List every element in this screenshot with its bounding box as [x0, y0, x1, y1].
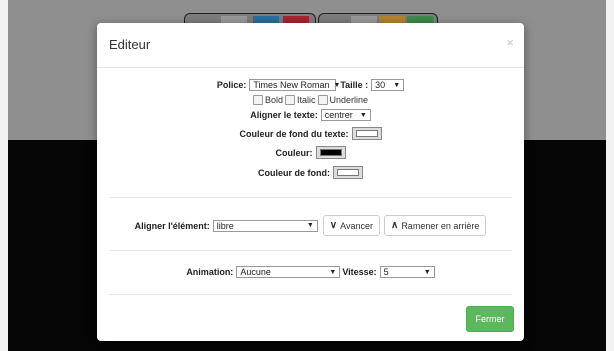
- bold-label: Bold: [264, 95, 283, 105]
- dropdown-arrow-icon: ▼: [393, 81, 401, 89]
- italic-checkbox[interactable]: Italic: [284, 95, 316, 105]
- section-divider: [109, 250, 512, 251]
- dropdown-arrow-icon: ▼: [423, 268, 431, 276]
- align-element-label: Aligner l'élément:: [134, 220, 210, 231]
- backdrop-edge-left: [0, 0, 8, 351]
- dropdown-arrow-icon: ▼: [359, 111, 367, 119]
- bg-color-label: Couleur de fond:: [258, 167, 330, 178]
- backdrop-edge-right: [606, 0, 614, 351]
- style-row: Bold Italic Underline: [97, 95, 524, 105]
- animation-value: Aucune: [240, 267, 271, 277]
- align-text-value: centrer: [324, 110, 353, 120]
- send-back-button[interactable]: ∧ Ramener en arrière: [383, 215, 487, 236]
- align-text-row: Aligner le texte: centrer ▼: [97, 109, 524, 121]
- section-divider: [109, 197, 512, 198]
- speed-label: Vitesse:: [342, 267, 377, 277]
- align-text-label: Aligner le texte:: [250, 110, 318, 120]
- animation-select[interactable]: Aucune ▼: [236, 266, 341, 278]
- text-bg-color-label: Couleur de fond du texte:: [239, 128, 349, 139]
- forward-label: Avancer: [340, 220, 373, 231]
- text-bg-color-picker[interactable]: [351, 127, 382, 140]
- chevron-down-icon: ∨: [329, 220, 338, 231]
- bold-checkbox[interactable]: Bold: [252, 95, 283, 105]
- checkbox-box: [284, 95, 295, 105]
- color-swatch: [337, 169, 359, 176]
- bg-color-row: Couleur de fond:: [97, 166, 524, 179]
- modal-header: Editeur ×: [97, 23, 524, 68]
- align-element-row: Aligner l'élément: libre ▼ ∨ Avancer ∧ R…: [97, 215, 524, 236]
- close-button[interactable]: Fermer: [466, 306, 514, 332]
- font-size-value: 30: [375, 80, 386, 90]
- color-swatch: [319, 149, 342, 156]
- italic-label: Italic: [296, 95, 316, 105]
- checkbox-box: [252, 95, 263, 105]
- editor-modal: Editeur × Police: Times New Roman ▼ Tail…: [97, 23, 524, 341]
- speed-value: 5: [383, 267, 389, 277]
- animation-row: Animation: Aucune ▼ Vitesse: 5 ▼: [97, 266, 524, 278]
- close-icon[interactable]: ×: [506, 35, 514, 50]
- font-size-select[interactable]: 30 ▼: [371, 79, 405, 91]
- taille-label: Taille :: [340, 80, 369, 90]
- color-label: Couleur:: [275, 147, 313, 158]
- speed-select[interactable]: 5 ▼: [379, 266, 435, 278]
- color-swatch: [355, 130, 378, 137]
- footer-divider: [109, 294, 512, 295]
- dropdown-arrow-icon: ▼: [329, 268, 337, 276]
- font-family-value: Times New Roman: [253, 80, 330, 90]
- animation-label: Animation:: [186, 267, 234, 277]
- align-text-select[interactable]: centrer ▼: [320, 109, 371, 121]
- align-element-value: libre: [216, 220, 234, 231]
- font-family-select[interactable]: Times New Roman ▼: [249, 79, 340, 91]
- underline-label: Underline: [329, 95, 369, 105]
- color-row: Couleur:: [97, 146, 524, 159]
- modal-title: Editeur: [109, 37, 151, 52]
- send-back-label: Ramener en arrière: [401, 220, 480, 231]
- police-label: Police:: [216, 80, 247, 90]
- align-element-select[interactable]: libre ▼: [212, 219, 318, 232]
- forward-button[interactable]: ∨ Avancer: [322, 215, 380, 236]
- underline-checkbox[interactable]: Underline: [317, 95, 369, 105]
- chevron-up-icon: ∧: [390, 220, 399, 231]
- dropdown-arrow-icon: ▼: [306, 222, 314, 229]
- color-picker[interactable]: [315, 146, 346, 159]
- font-row: Police: Times New Roman ▼ Taille : 30 ▼: [97, 79, 524, 91]
- text-bg-color-row: Couleur de fond du texte:: [97, 127, 524, 140]
- bg-color-picker[interactable]: [333, 166, 363, 179]
- checkbox-box: [317, 95, 328, 105]
